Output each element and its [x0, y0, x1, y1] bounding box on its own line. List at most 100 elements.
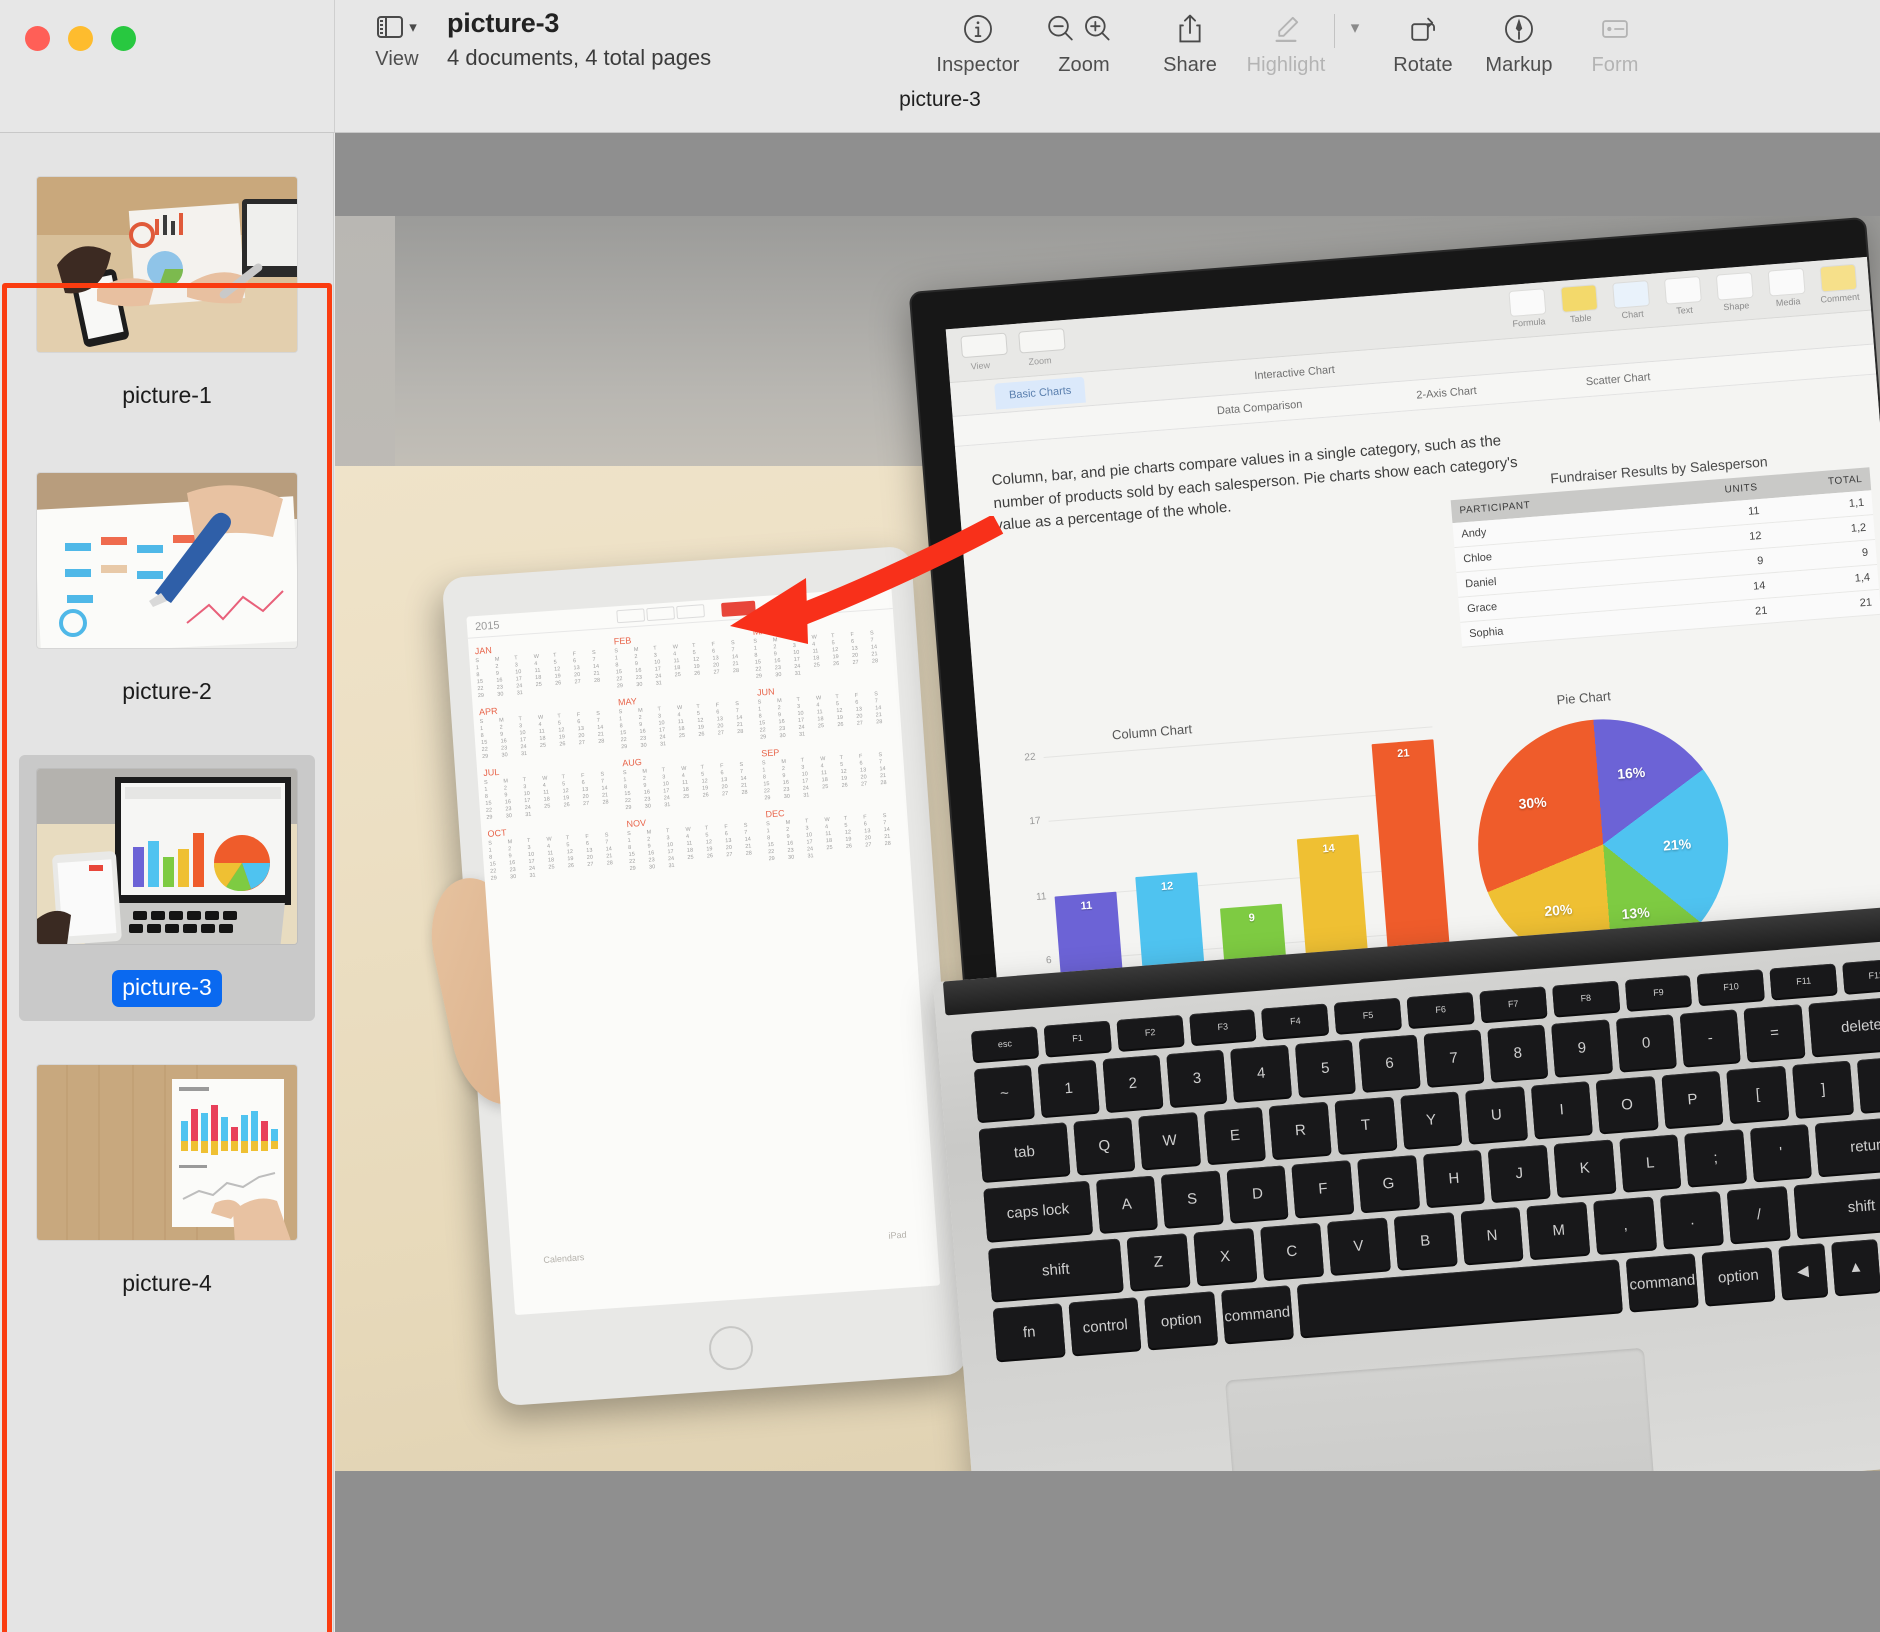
close-button[interactable]: [25, 26, 50, 51]
highlighter-icon: [1238, 8, 1334, 50]
chart-icon: [1612, 280, 1651, 309]
list-item[interactable]: picture-2: [0, 459, 333, 725]
keyboard-key: G: [1357, 1154, 1420, 1212]
keyboard-key: ,: [1593, 1196, 1658, 1254]
macbook-device: View Zoom Formula Table Chart Text Shape…: [908, 216, 1880, 1471]
rotate-icon: [1375, 8, 1471, 50]
thumbnail-sidebar[interactable]: picture-1 picture-2 picture-3 picture-4: [0, 133, 334, 1632]
calendar-days: SMTWTFS123456789101112131415161718192021…: [483, 771, 609, 821]
calendar-month: NOV S M T W T F S 1 2 3 4 5 6 7 8 9 10 11 12 13 14 15 16 17 18 19 2…: [626, 810, 765, 872]
sheet-tab-basic-charts: Basic Charts: [994, 376, 1087, 410]
zoom-button[interactable]: Zoom: [1026, 8, 1142, 77]
list-item[interactable]: picture-3: [0, 755, 333, 1021]
keyboard-key: W: [1138, 1112, 1201, 1169]
keyboard-key: fn: [992, 1303, 1066, 1361]
keyboard-key: N: [1460, 1206, 1524, 1264]
keyboard-key: ▲: [1830, 1239, 1880, 1295]
calendar-days: SMTWTFS123456789101112131415161718192021…: [766, 812, 892, 863]
minimize-button[interactable]: [68, 26, 93, 51]
keyboard-key: H: [1422, 1149, 1486, 1207]
calendar-days: SMTWTFS123456789101112131415161718192021…: [627, 822, 753, 872]
calendar-month: APR S M T W T F S 1 2 3 4 5 6 7 8 9 10 11 12 13 14 15 16 17 18 19 2…: [479, 698, 618, 760]
highlight-button[interactable]: Highlight: [1238, 8, 1334, 77]
calendar-month: JUL S M T W T F S 1 2 3 4 5 6 7 8 9 10 11 12 13 14 15 16 17 18 19 2…: [483, 759, 622, 821]
chevron-down-icon[interactable]: ▾: [409, 20, 417, 35]
thumbnail-caption: picture-3: [19, 970, 315, 1007]
ipad-screen: 2015 JAN S M T W T F S 1 2 3 4 5 6 7 8 9 10 11 12 13 14 15 16 17…: [466, 587, 941, 1316]
page-title: picture-3: [447, 8, 560, 38]
rotate-button[interactable]: Rotate: [1375, 8, 1471, 77]
thumbnail-caption: picture-4: [19, 1266, 315, 1303]
keyboard-key: A: [1095, 1175, 1158, 1233]
zoom-out-in-icon: [1026, 8, 1142, 50]
preview-window: ▾ View picture-3 4 documents, 4 total pa…: [0, 0, 1880, 1632]
keyboard-key: -: [1679, 1009, 1741, 1066]
keyboard-key: F1: [1043, 1020, 1112, 1056]
thumbnail-3[interactable]: picture-3: [19, 755, 315, 1021]
keyboard-key: shift: [987, 1238, 1124, 1301]
canvas-bottom-band: [335, 1471, 1880, 1632]
keyboard-key: E: [1203, 1106, 1267, 1164]
thumbnail-image-4: [37, 1065, 297, 1240]
calendar-year: 2015: [474, 619, 500, 634]
highlight-chevron-down-icon[interactable]: ▾: [1335, 8, 1375, 38]
list-item[interactable]: picture-4: [0, 1051, 333, 1317]
keyboard-key: F5: [1333, 997, 1402, 1033]
markup-pen-icon: [1471, 8, 1567, 50]
keyboard-key: ~: [973, 1064, 1036, 1122]
keyboard-key: esc: [970, 1026, 1039, 1062]
form-button[interactable]: Form: [1567, 8, 1663, 77]
numbers-zoom-label: Zoom: [1028, 355, 1052, 367]
thumbnail-caption: picture-2: [19, 674, 315, 711]
thumbnail-image-1: [37, 177, 297, 352]
pie-chart-slice-label: 30%: [1517, 793, 1548, 812]
highlight-label: Highlight: [1246, 54, 1326, 76]
keyboard-key: F8: [1551, 980, 1620, 1016]
keyboard-key: F7: [1479, 986, 1548, 1022]
calendar-month: JUN S M T W T F S 1 2 3 4 5 6 7 8 9 10 11 12 13 14 15 16 17 18 19 2…: [757, 678, 896, 740]
form-icon: [1567, 8, 1663, 50]
column-chart-title: Column Chart: [1111, 721, 1193, 743]
thumbnail-label-3: picture-3: [112, 970, 222, 1007]
calendar-month: MAY S M T W T F S 1 2 3 4 5 6 7 8 9 10 11 12 13 14 15 16 17 18 19 2…: [618, 688, 757, 750]
center-filename: picture-3: [899, 88, 981, 111]
view-toolbar-button[interactable]: ▾ View: [364, 10, 430, 71]
thumbnail-1[interactable]: picture-1: [19, 163, 315, 429]
calendar-days: SMTWTFS123456789101112131415161718192021…: [479, 710, 605, 761]
thumbnail-label-2: picture-2: [122, 678, 212, 704]
table-icon: [1560, 284, 1599, 313]
keyboard-key: M: [1526, 1201, 1591, 1259]
markup-button[interactable]: Markup: [1471, 8, 1567, 77]
macbook-lid: View Zoom Formula Table Chart Text Shape…: [908, 216, 1880, 1010]
column-chart-bar: 11: [1054, 891, 1128, 980]
keyboard-key: ;: [1684, 1129, 1747, 1186]
zoom-window-button[interactable]: [111, 26, 136, 51]
share-label: Share: [1163, 54, 1217, 76]
column-chart-bar-value: 21: [1396, 746, 1410, 760]
ipad-app-name: Calendars: [543, 1252, 585, 1265]
pie-chart-title: Pie Chart: [1556, 688, 1612, 708]
keyboard-key: .: [1660, 1191, 1725, 1248]
keyboard-key: S: [1160, 1170, 1224, 1227]
image-canvas[interactable]: 2015 JAN S M T W T F S 1 2 3 4 5 6 7 8 9 10 11 12 13 14 15 16 17…: [335, 133, 1880, 1632]
column-chart-bar-value: 11: [1080, 899, 1093, 913]
thumbnail-2[interactable]: picture-2: [19, 459, 315, 725]
inspector-button[interactable]: Inspector: [930, 8, 1026, 77]
keyboard-key: \: [1857, 1055, 1880, 1112]
fundraiser-table: Fundraiser Results by Salesperson PARTIC…: [1449, 445, 1880, 648]
keyboard-key: Q: [1073, 1117, 1136, 1174]
column-chart-bars: 11 12 9 14 21: [1044, 726, 1455, 980]
list-item[interactable]: picture-1: [0, 163, 333, 429]
keyboard-key: Z: [1126, 1233, 1191, 1290]
keyboard-key: L: [1618, 1134, 1682, 1191]
thumbnail-4[interactable]: picture-4: [19, 1051, 315, 1317]
keyboard-key: tab: [978, 1122, 1071, 1182]
titlebar: ▾ View picture-3 4 documents, 4 total pa…: [0, 0, 1880, 133]
numbers-view-label: View: [970, 359, 991, 372]
keyboard-key: 8: [1487, 1024, 1549, 1081]
keyboard-key: U: [1465, 1086, 1528, 1143]
calendar-days: SMTWTFS123456789101112131415161718192021…: [488, 832, 614, 882]
share-button[interactable]: Share: [1142, 8, 1238, 77]
keyboard-key: =: [1743, 1004, 1806, 1061]
markup-label: Markup: [1485, 54, 1553, 76]
